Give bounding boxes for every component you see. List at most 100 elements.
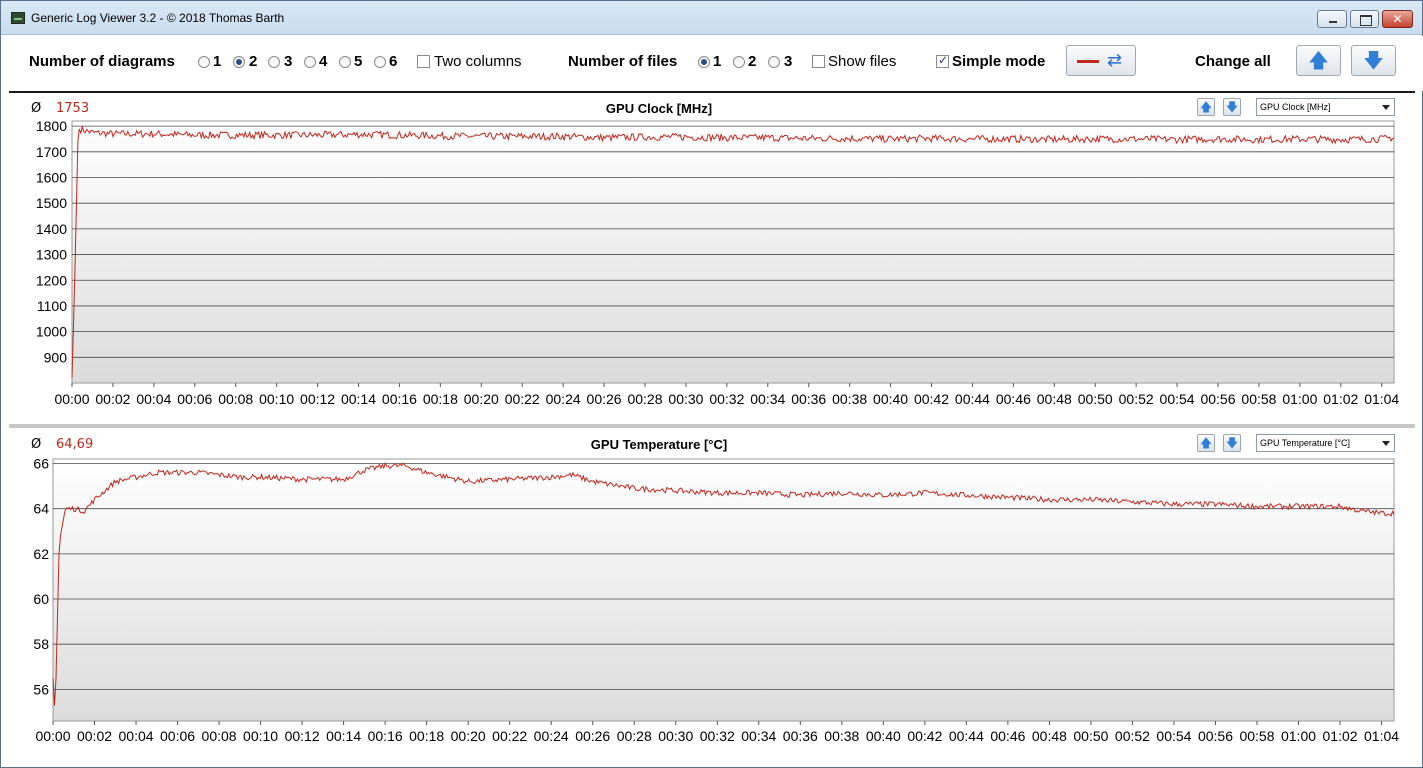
close-button[interactable]: ✕ <box>1382 10 1413 28</box>
x-tick-label: 00:36 <box>783 728 818 744</box>
show-files-checkbox[interactable] <box>812 55 825 68</box>
y-tick-label: 1800 <box>36 118 67 134</box>
x-tick-label: 00:50 <box>1073 728 1108 744</box>
close-icon: ✕ <box>1392 12 1403 26</box>
y-tick-label: 1600 <box>36 170 67 186</box>
toolbar: Number of diagrams 1 2 3 4 5 6 Two colum… <box>2 36 1423 91</box>
x-tick-label: 00:18 <box>409 728 444 744</box>
radio-diagrams-6[interactable] <box>374 56 386 68</box>
x-tick-label: 00:02 <box>95 391 130 407</box>
gpu-temperature-chart: 56 58 60 62 64 66 00:00 00:02 00:04 00:06 00:08 00:… <box>33 456 1399 744</box>
x-tick-label: 00:46 <box>996 391 1031 407</box>
x-tick-label: 00:42 <box>914 391 949 407</box>
change-all-label: Change all <box>1195 53 1271 70</box>
radio-diagrams-3-label: 3 <box>284 53 293 70</box>
chart-panel-gpu-temperature: Ø 64,69 GPU Temperature [°C] 🡅 🡇 GPU Tem… <box>9 429 1415 759</box>
title-bar[interactable]: Generic Log Viewer 3.2 - © 2018 Thomas B… <box>1 1 1422 35</box>
x-tick-label: 00:40 <box>866 728 901 744</box>
y-tick-label: 66 <box>33 456 49 472</box>
x-tick-label: 00:54 <box>1160 391 1195 407</box>
x-tick-label: 00:30 <box>658 728 693 744</box>
simple-mode-label: Simple mode <box>952 53 1046 70</box>
x-tick-label: 00:04 <box>136 391 171 407</box>
files-label: Number of files <box>568 53 678 70</box>
y-tick-label: 1400 <box>36 221 67 237</box>
x-tick-label: 00:32 <box>709 391 744 407</box>
x-tick-label: 00:38 <box>824 728 859 744</box>
x-tick-label: 00:34 <box>750 391 785 407</box>
two-columns-checkbox[interactable] <box>417 55 430 68</box>
x-tick-label: 01:02 <box>1323 391 1358 407</box>
arrow-down-icon: 🡇 <box>1363 48 1384 72</box>
x-tick-label: 01:00 <box>1282 391 1317 407</box>
x-tick-label: 00:44 <box>949 728 984 744</box>
radio-files-3-label: 3 <box>784 53 793 70</box>
x-tick-label: 00:26 <box>575 728 610 744</box>
x-tick-label: 00:08 <box>202 728 237 744</box>
x-tick-label: 00:22 <box>505 391 540 407</box>
radio-diagrams-4[interactable] <box>304 56 316 68</box>
x-tick-label: 00:16 <box>382 391 417 407</box>
remove-line-icon <box>1077 60 1099 63</box>
plot-area <box>71 120 1395 384</box>
x-tick-label: 00:48 <box>1032 728 1067 744</box>
minimize-button[interactable] <box>1317 10 1347 28</box>
radio-diagrams-2-label: 2 <box>249 53 258 70</box>
app-window: Generic Log Viewer 3.2 - © 2018 Thomas B… <box>0 0 1423 768</box>
change-all-down-button[interactable]: 🡇 <box>1351 45 1396 76</box>
x-tick-label: 00:56 <box>1198 728 1233 744</box>
x-tick-label: 00:34 <box>741 728 776 744</box>
x-tick-label: 00:58 <box>1239 728 1274 744</box>
two-columns-label: Two columns <box>434 53 522 70</box>
gpu-clock-chart: 900 1000 1100 1200 1300 1400 1500 1600 1700 1800 0… <box>36 118 1400 407</box>
x-tick-label: 00:22 <box>492 728 527 744</box>
radio-diagrams-6-label: 6 <box>389 53 398 70</box>
arrow-up-icon: 🡅 <box>1308 48 1329 72</box>
show-files-label: Show files <box>828 53 897 70</box>
radio-diagrams-1[interactable] <box>198 56 210 68</box>
y-tick-label: 1700 <box>36 144 67 160</box>
x-tick-label: 01:02 <box>1323 728 1358 744</box>
radio-diagrams-5[interactable] <box>339 56 351 68</box>
x-tick-label: 00:12 <box>300 391 335 407</box>
x-tick-label: 00:18 <box>423 391 458 407</box>
plot-area <box>52 458 1395 722</box>
x-tick-label: 00:12 <box>285 728 320 744</box>
x-tick-label: 00:10 <box>259 391 294 407</box>
maximize-button[interactable] <box>1350 10 1379 28</box>
x-tick-label: 00:10 <box>243 728 278 744</box>
remove-and-refresh-button[interactable]: ⇄ <box>1066 45 1136 76</box>
radio-diagrams-1-label: 1 <box>213 53 222 70</box>
x-tick-label: 00:20 <box>464 391 499 407</box>
simple-mode-checkbox[interactable] <box>936 53 949 68</box>
y-tick-label: 1000 <box>36 324 67 340</box>
radio-files-3[interactable] <box>768 56 780 68</box>
chart-panel-gpu-clock: Ø 1753 GPU Clock [MHz] 🡅 🡇 GPU Clock [MH… <box>9 93 1415 423</box>
x-tick-label: 00:16 <box>368 728 403 744</box>
radio-diagrams-2[interactable] <box>233 56 245 68</box>
x-tick-label: 00:06 <box>177 391 212 407</box>
y-tick-label: 1100 <box>37 298 67 314</box>
x-tick-label: 00:26 <box>587 391 622 407</box>
x-tick-label: 01:00 <box>1281 728 1316 744</box>
radio-files-2-label: 2 <box>748 53 757 70</box>
x-tick-label: 00:08 <box>218 391 253 407</box>
radio-diagrams-4-label: 4 <box>319 53 328 70</box>
y-tick-label: 1200 <box>36 272 67 288</box>
radio-files-2[interactable] <box>733 56 745 68</box>
x-tick-label: 00:00 <box>35 728 70 744</box>
panel-divider <box>9 424 1415 428</box>
x-tick-label: 00:14 <box>341 391 376 407</box>
x-tick-label: 00:24 <box>546 391 581 407</box>
x-tick-label: 00:46 <box>990 728 1025 744</box>
x-tick-label: 00:30 <box>668 391 703 407</box>
radio-files-1[interactable] <box>698 56 710 68</box>
change-all-up-button[interactable]: 🡅 <box>1296 45 1341 76</box>
radio-diagrams-5-label: 5 <box>354 53 363 70</box>
radio-diagrams-3[interactable] <box>268 56 280 68</box>
y-tick-label: 64 <box>33 501 49 517</box>
x-tick-label: 00:02 <box>77 728 112 744</box>
x-tick-label: 00:04 <box>119 728 154 744</box>
x-tick-label: 00:48 <box>1037 391 1072 407</box>
y-tick-label: 58 <box>33 636 49 652</box>
